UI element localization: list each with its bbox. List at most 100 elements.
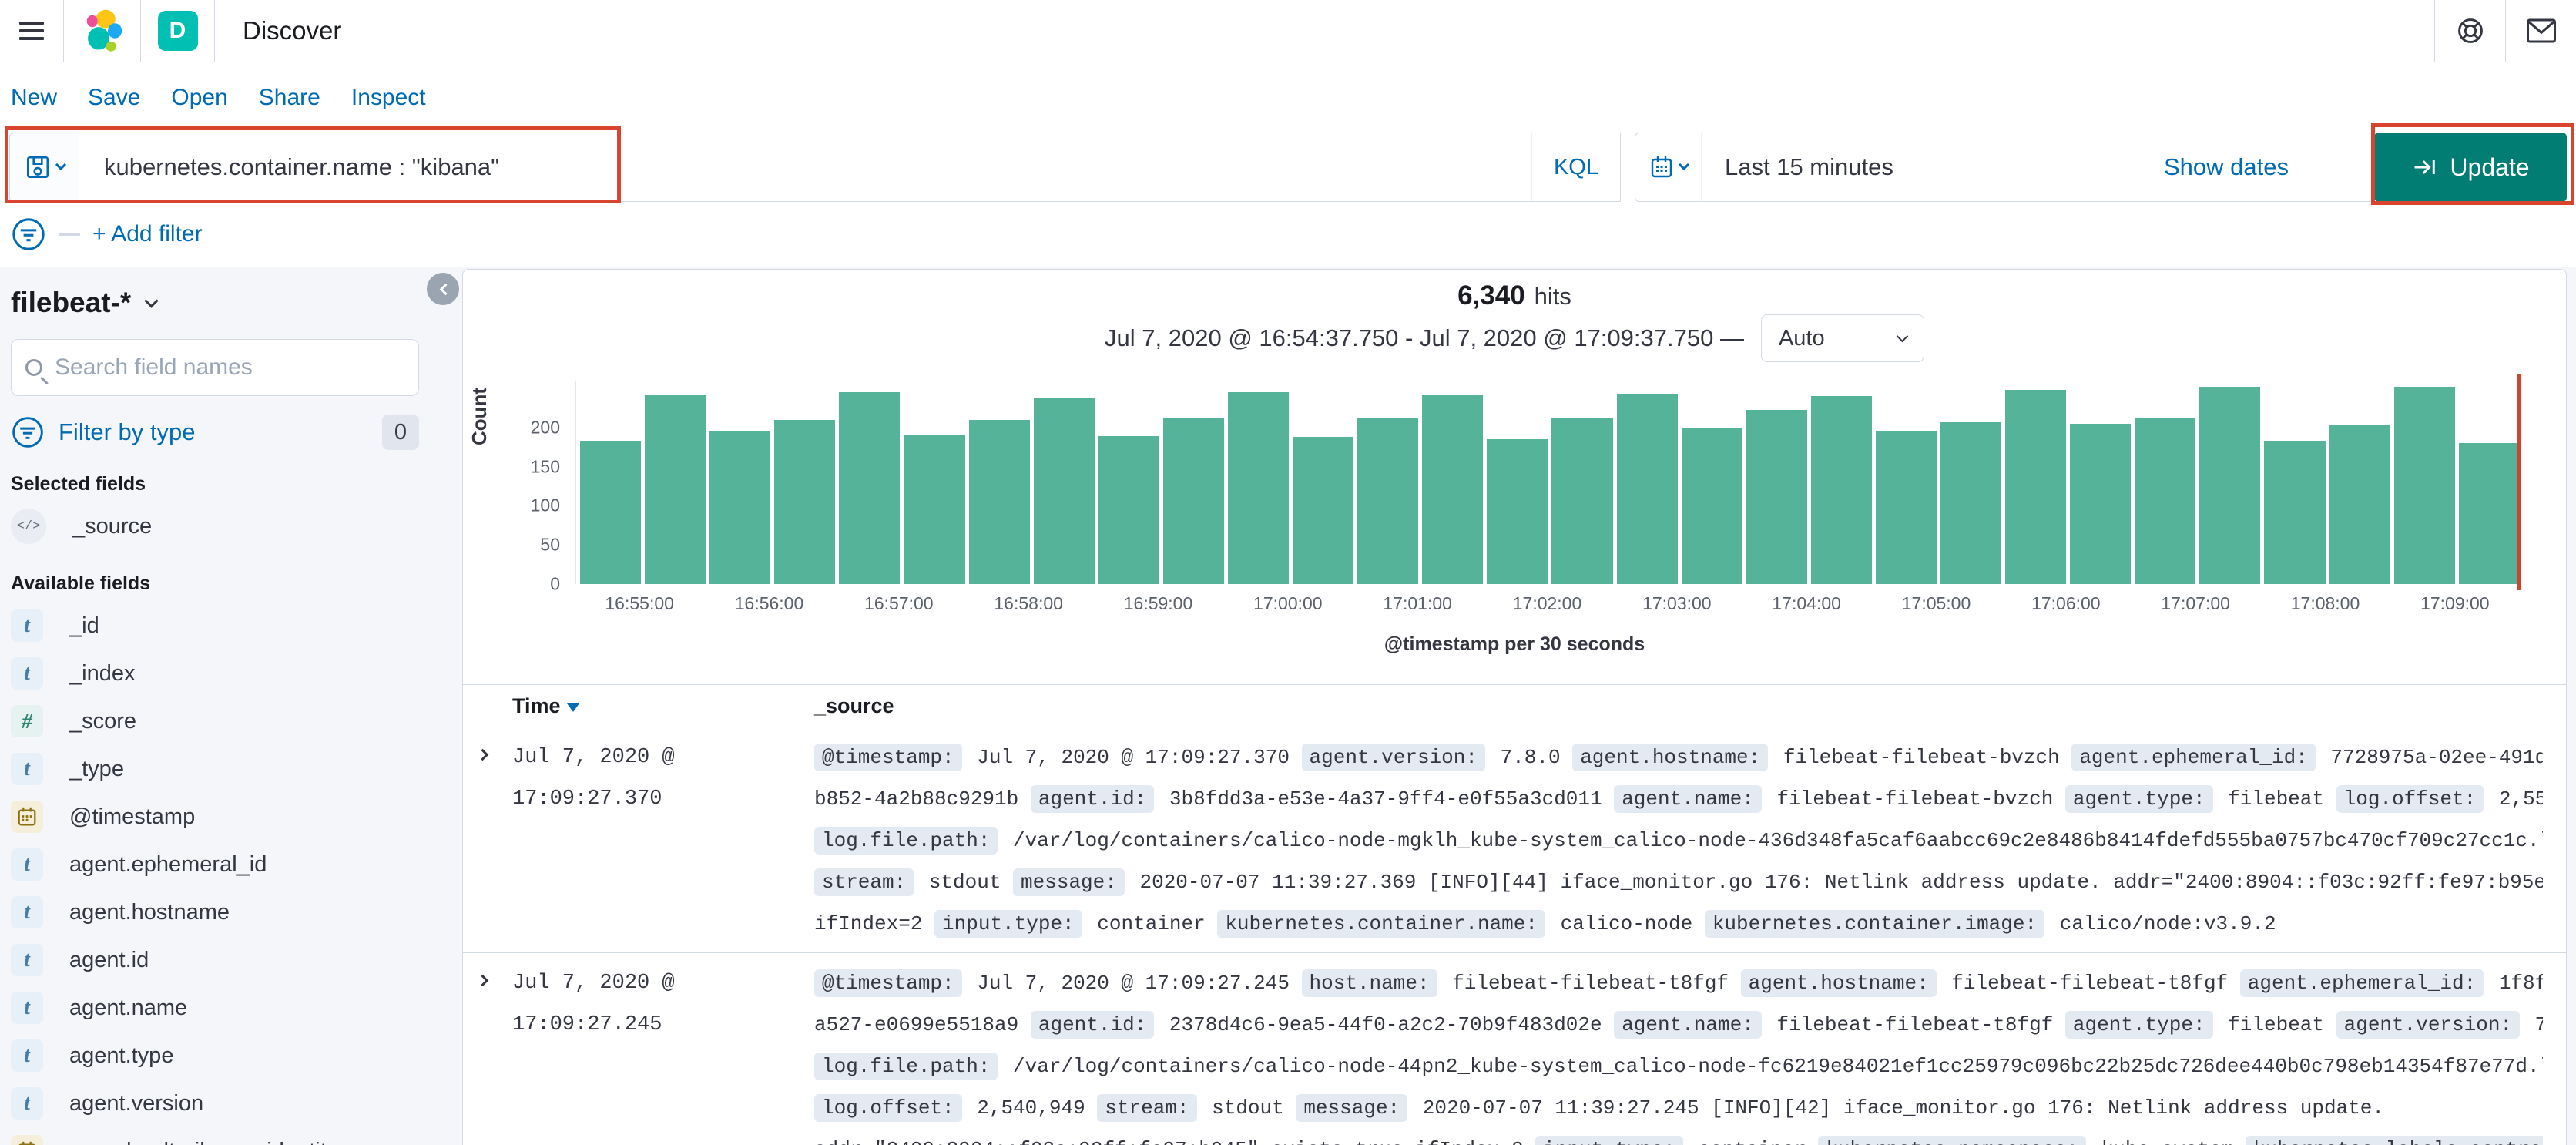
query-language-button[interactable]: KQL: [1531, 133, 1620, 201]
histogram-bar[interactable]: [580, 441, 642, 584]
newsfeed-button[interactable]: [2505, 0, 2576, 62]
elastic-logo-section[interactable]: [63, 0, 140, 62]
date-quick-menu-button[interactable]: [1635, 133, 1702, 201]
selected-fields-heading: Selected fields: [11, 473, 146, 495]
filter-by-type-button[interactable]: Filter by type: [59, 418, 368, 446]
source-field-key: agent.name:: [1614, 785, 1762, 813]
source-field-key: @timestamp:: [814, 969, 962, 997]
show-dates-button[interactable]: Show dates: [2164, 153, 2373, 181]
discover-content: filebeat-* Filter by type 0 Selected fie…: [0, 267, 2576, 1145]
histogram-bar[interactable]: [1227, 392, 1290, 584]
histogram-bar[interactable]: [839, 392, 901, 584]
histogram-bar[interactable]: [1616, 394, 1678, 584]
time-column-header[interactable]: Time: [512, 694, 814, 718]
histogram-bar[interactable]: [645, 395, 706, 584]
histogram-bar[interactable]: [2264, 441, 2326, 584]
histogram-bar[interactable]: [1162, 418, 1224, 584]
field-item-_type[interactable]: t _type: [11, 746, 419, 792]
histogram-bar[interactable]: [2199, 387, 2261, 584]
collapse-sidebar-button[interactable]: [427, 273, 459, 305]
histogram-bar[interactable]: [968, 419, 1030, 584]
query-input-wrap: KQL: [79, 133, 1621, 202]
filter-by-type-row: Filter by type 0: [11, 415, 419, 450]
index-pattern-switcher[interactable]: filebeat-*: [11, 287, 419, 319]
field-item-agent.name[interactable]: t agent.name: [11, 985, 419, 1031]
field-search-input[interactable]: [55, 354, 404, 381]
source-field-key: agent.hostname:: [1740, 969, 1937, 997]
x-axis-ticks: 16:55:00 16:56:00 16:57:00 16:58:00 16:59:00…: [575, 593, 2520, 621]
histogram-bar[interactable]: [709, 431, 771, 584]
chevron-down-icon: [1896, 330, 1909, 342]
source-field-key: input.type:: [1535, 1136, 1683, 1145]
current-time-marker: [2517, 374, 2521, 590]
x-tick-label: 17:00:00: [1253, 593, 1323, 613]
saved-query-menu-button[interactable]: [9, 133, 79, 202]
update-button[interactable]: Update: [2374, 133, 2567, 202]
histogram-bar[interactable]: [1033, 398, 1095, 584]
histogram-bar[interactable]: [1551, 418, 1613, 584]
x-tick-label: 16:58:00: [994, 593, 1063, 613]
interval-select[interactable]: Auto: [1760, 314, 1924, 362]
save-button[interactable]: Save: [88, 85, 140, 111]
histogram-plot[interactable]: [575, 374, 2521, 590]
histogram-bar[interactable]: [1746, 409, 1807, 584]
source-field-key: kubernetes.labels.controller-revision-: [2245, 1136, 2543, 1145]
histogram-bar[interactable]: [2005, 390, 2067, 584]
source-field-key: agent.version:: [1301, 744, 1485, 771]
field-item-_score[interactable]: # _score: [11, 698, 419, 744]
field-item-_source[interactable]: </> _source: [11, 503, 419, 549]
new-button[interactable]: New: [11, 85, 57, 111]
histogram-bar[interactable]: [1810, 396, 1872, 584]
histogram-bar[interactable]: [1098, 436, 1159, 584]
histogram-bar[interactable]: [1293, 437, 1354, 584]
field-item-agent.ephemeral_id[interactable]: t agent.ephemeral_id: [11, 841, 419, 888]
field-item-@timestamp[interactable]: @timestamp: [11, 794, 419, 840]
histogram-bar[interactable]: [1875, 431, 1937, 584]
field-item-_id[interactable]: t _id: [11, 603, 419, 649]
histogram-bar[interactable]: [2329, 425, 2390, 584]
source-line: b852-4a2b88c9291b agent.id: 3b8fdd3a-e53…: [814, 778, 2543, 820]
field-item-agent.version[interactable]: t agent.version: [11, 1080, 419, 1127]
histogram-bar[interactable]: [2393, 387, 2455, 584]
histogram-bar[interactable]: [1422, 395, 1484, 584]
histogram-bar[interactable]: [2458, 443, 2520, 584]
histogram-bar[interactable]: [2135, 417, 2196, 584]
inspect-button[interactable]: Inspect: [351, 85, 426, 111]
share-button[interactable]: Share: [259, 85, 320, 111]
field-item-aws.cloudtrail.user_identity.s...[interactable]: aws.cloudtrail.user_identity.s...: [11, 1128, 419, 1145]
histogram-bar[interactable]: [1357, 417, 1419, 584]
save-query-icon: [26, 156, 49, 179]
field-type-number-icon: #: [11, 705, 43, 737]
open-button[interactable]: Open: [171, 85, 227, 111]
field-name: agent.name: [69, 995, 188, 1020]
filter-icon[interactable]: [11, 217, 46, 252]
field-item-agent.hostname[interactable]: t agent.hostname: [11, 889, 419, 935]
source-field-icon: </>: [11, 509, 46, 544]
document-row: Jul 7, 2020 @ 17:09:27.370 @timestamp: Ju…: [463, 727, 2566, 953]
histogram-bar[interactable]: [1487, 439, 1548, 584]
field-item-agent.id[interactable]: t agent.id: [11, 937, 419, 983]
histogram-bar[interactable]: [774, 419, 836, 584]
x-tick-label: 16:55:00: [605, 593, 674, 613]
field-item-agent.type[interactable]: t agent.type: [11, 1033, 419, 1079]
time-range-value[interactable]: Last 15 minutes: [1702, 153, 2164, 181]
field-type-string-icon: t: [11, 1087, 43, 1120]
source-field-key: log.file.path:: [814, 1053, 998, 1080]
hits-label: hits: [1534, 283, 1571, 310]
query-input[interactable]: [79, 153, 1531, 181]
chevron-down-icon: [144, 293, 159, 308]
menu-button[interactable]: [0, 0, 63, 62]
histogram-bar[interactable]: [1940, 421, 2002, 584]
help-button[interactable]: [2434, 0, 2505, 62]
space-selector[interactable]: D: [140, 0, 214, 62]
expand-document-button[interactable]: [463, 737, 512, 945]
field-name: agent.ephemeral_id: [69, 851, 267, 877]
histogram-bar[interactable]: [1681, 427, 1742, 584]
field-item-_index[interactable]: t _index: [11, 650, 419, 697]
y-axis-ticks: 0 50 100 150 200: [509, 381, 560, 593]
field-type-string-icon: t: [11, 1039, 43, 1072]
add-filter-button[interactable]: + Add filter: [92, 221, 203, 247]
histogram-bar[interactable]: [904, 435, 965, 584]
histogram-bar[interactable]: [2070, 423, 2132, 584]
expand-document-button[interactable]: [463, 962, 512, 1145]
